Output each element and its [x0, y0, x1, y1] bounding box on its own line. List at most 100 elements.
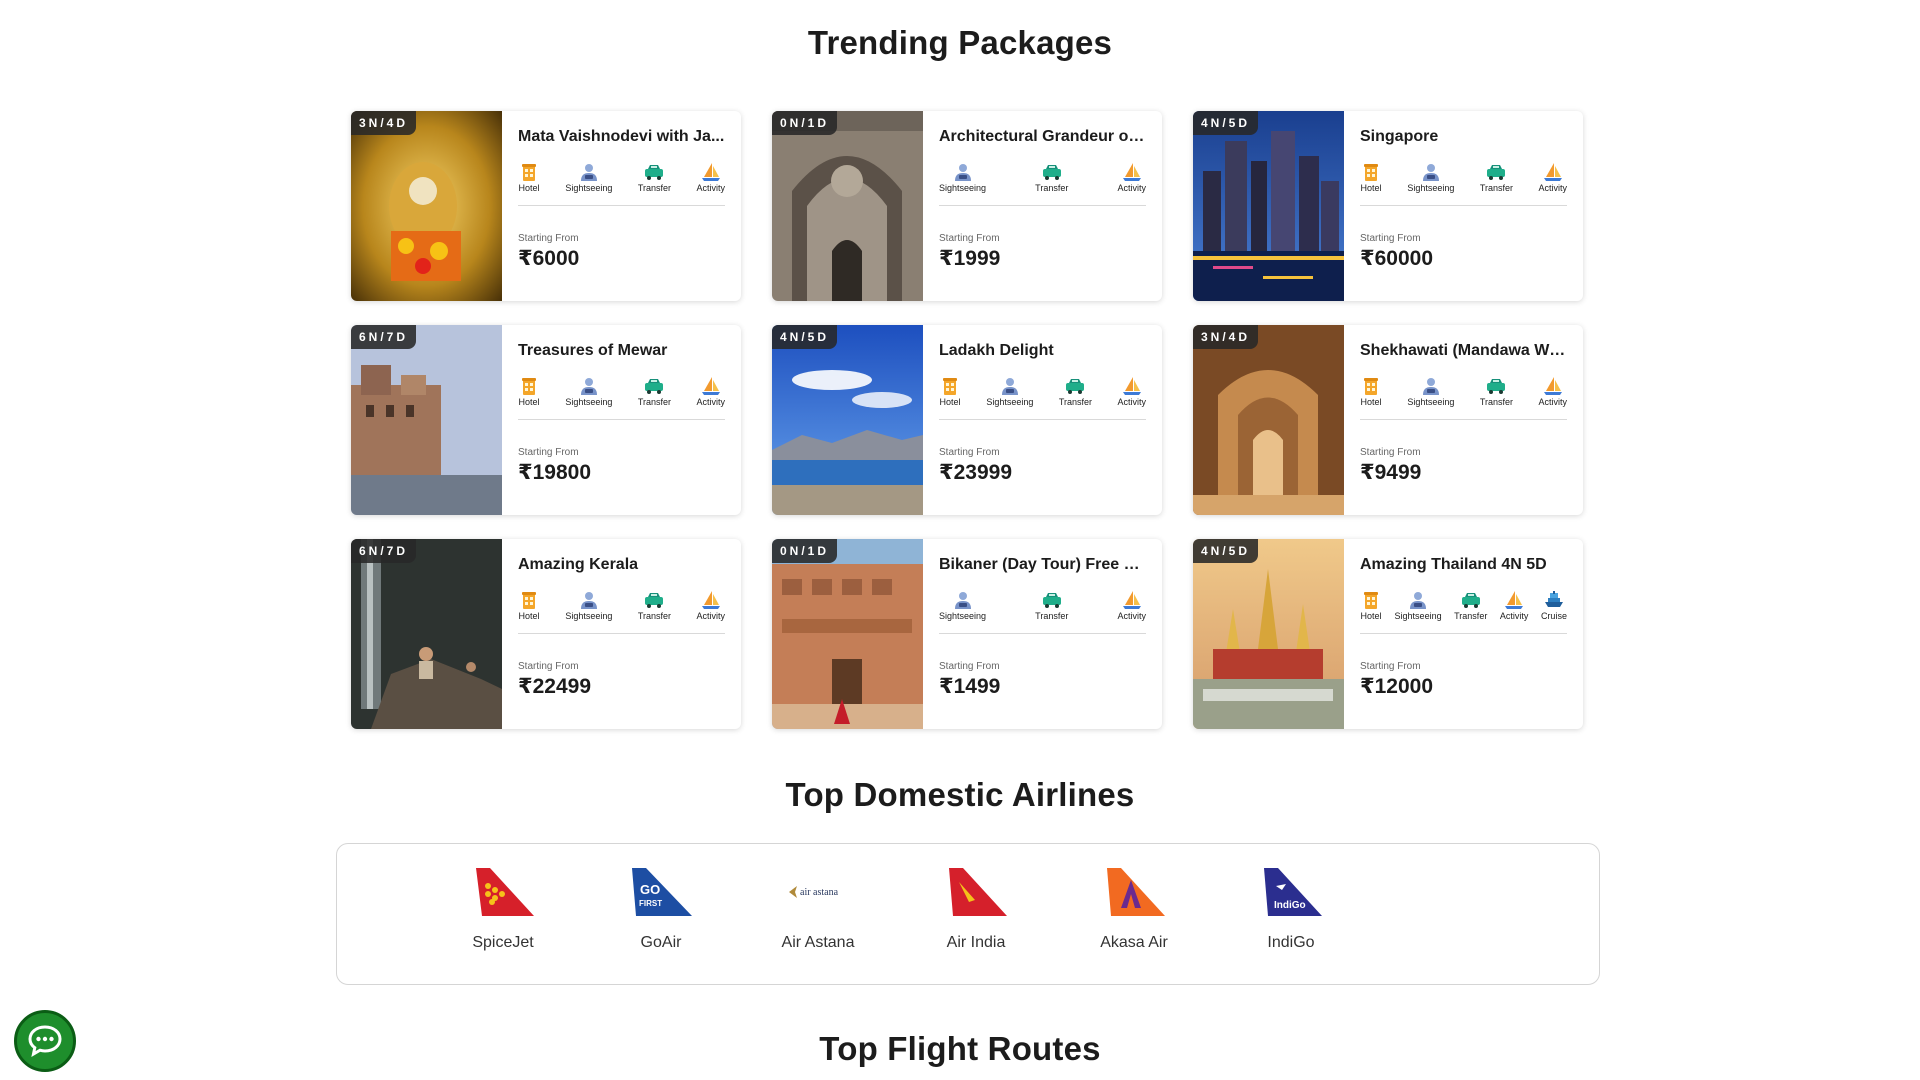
starting-from-label: Starting From: [939, 661, 1000, 672]
amenity-transfer: Transfer: [638, 376, 671, 407]
package-card[interactable]: 6N/7D Treasures of Mewar Hotel Sightseeing T…: [351, 325, 741, 515]
sightseeing-icon: [1420, 376, 1442, 396]
amenity-sightseeing: Sightseeing: [939, 590, 986, 621]
starting-from-label: Starting From: [518, 233, 579, 244]
amenity-label: Hotel: [1360, 397, 1382, 407]
package-title[interactable]: Bikaner (Day Tour) Free Ka...: [939, 556, 1146, 574]
chat-support-button[interactable]: [14, 1010, 76, 1072]
amenity-label: Sightseeing: [565, 183, 613, 193]
amenity-label: Sightseeing: [939, 611, 987, 621]
package-title[interactable]: Amazing Thailand 4N 5D: [1360, 556, 1567, 574]
duration-badge: 4N/5D: [1193, 539, 1259, 563]
package-price: ₹19800: [518, 461, 592, 484]
svg-text:air astana: air astana: [800, 887, 839, 898]
sightseeing-icon: [1420, 162, 1442, 182]
amenity-transfer: Transfer: [1454, 590, 1487, 621]
airline-item[interactable]: SpiceJet: [443, 864, 563, 952]
package-image: 4N/5D: [772, 325, 923, 515]
amenities-row: Hotel Sightseeing Transfer Activity: [518, 376, 725, 420]
amenity-label: Sightseeing: [939, 183, 987, 193]
package-title[interactable]: Ladakh Delight: [939, 342, 1146, 360]
package-card[interactable]: 0N/1D Bikaner (Day Tour) Free Ka... Sights…: [772, 539, 1162, 729]
package-title[interactable]: Singapore: [1360, 128, 1567, 146]
amenity-transfer: Transfer: [638, 590, 671, 621]
package-card[interactable]: 0N/1D Architectural Grandeur of ... Sights…: [772, 111, 1162, 301]
package-image: 6N/7D: [351, 325, 502, 515]
amenity-hotel: Hotel: [518, 376, 540, 407]
package-card[interactable]: 4N/5D Ladakh Delight Hotel Sightseeing Trans…: [772, 325, 1162, 515]
airline-item[interactable]: GO FIRST GoAir: [601, 864, 721, 952]
package-price: ₹1999: [939, 247, 1001, 270]
amenity-transfer: Transfer: [1480, 162, 1513, 193]
package-info: Ladakh Delight Hotel Sightseeing Transfer Ac…: [923, 325, 1162, 515]
package-price: ₹12000: [1360, 675, 1434, 698]
akasa-tail-icon: [1074, 864, 1194, 920]
trending-packages-title: Trending Packages: [807, 24, 1113, 61]
package-card[interactable]: 4N/5D Singapore Hotel Sightseeing Transfer Ac…: [1193, 111, 1583, 301]
amenity-label: Hotel: [1360, 183, 1382, 193]
package-title[interactable]: Treasures of Mewar: [518, 342, 725, 360]
airline-name: Air India: [946, 934, 1006, 951]
hotel-icon: [939, 376, 961, 396]
package-title[interactable]: Amazing Kerala: [518, 556, 725, 574]
indigo-tail-icon: IndiGo: [1231, 864, 1351, 920]
package-title[interactable]: Architectural Grandeur of ...: [939, 128, 1146, 146]
package-image: 4N/5D: [1193, 111, 1344, 301]
package-info: Amazing Kerala Hotel Sightseeing Transfer Ac…: [502, 539, 741, 729]
amenity-transfer: Transfer: [1059, 376, 1092, 407]
hotel-icon: [518, 162, 540, 182]
package-price: ₹9499: [1360, 461, 1422, 484]
amenity-hotel: Hotel: [518, 162, 540, 193]
duration-badge: 3N/4D: [351, 111, 417, 135]
transfer-icon: [643, 162, 665, 182]
activity-icon: [700, 376, 722, 396]
amenity-label: Sightseeing: [1394, 611, 1442, 621]
airline-item[interactable]: air astana Air Astana: [758, 864, 878, 952]
package-card[interactable]: 3N/4D Shekhawati (Mandawa Wit... Hotel Sigh…: [1193, 325, 1583, 515]
amenity-label: Activity: [1499, 611, 1529, 621]
package-title[interactable]: Mata Vaishnodevi with Ja...: [518, 128, 725, 146]
package-info: Treasures of Mewar Hotel Sightseeing Transf…: [502, 325, 741, 515]
package-price: ₹60000: [1360, 247, 1434, 270]
amenity-sightseeing: Sightseeing: [939, 162, 986, 193]
transfer-icon: [1041, 162, 1063, 182]
airline-item[interactable]: IndiGo IndiGo: [1231, 864, 1351, 952]
air-astana-wordmark-icon: air astana: [758, 864, 878, 920]
package-card[interactable]: 4N/5D Amazing Thailand 4N 5D Hotel Sightsee…: [1193, 539, 1583, 729]
amenity-label: Transfer: [637, 611, 672, 621]
package-info: Bikaner (Day Tour) Free Ka... Sightseeing…: [923, 539, 1162, 729]
airline-item[interactable]: Akasa Air: [1074, 864, 1194, 952]
air-india-tail-icon: [916, 864, 1036, 920]
activity-icon: [1503, 590, 1525, 610]
amenity-label: Transfer: [1058, 397, 1093, 407]
amenity-activity: Activity: [696, 376, 725, 407]
chat-bubble-icon: [28, 1025, 62, 1057]
amenity-label: Hotel: [518, 611, 540, 621]
airline-name: SpiceJet: [472, 934, 534, 951]
amenity-hotel: Hotel: [518, 590, 540, 621]
amenity-activity: Activity: [1538, 376, 1567, 407]
amenities-row: Hotel Sightseeing Transfer Activity: [1360, 376, 1567, 420]
package-info: Architectural Grandeur of ... Sightseeing…: [923, 111, 1162, 301]
amenity-label: Cruise: [1540, 611, 1567, 621]
amenity-label: Transfer: [1479, 397, 1514, 407]
amenity-label: Hotel: [518, 397, 540, 407]
package-card[interactable]: 3N/4D Mata Vaishnodevi with Ja... Hotel Sig…: [351, 111, 741, 301]
amenity-activity: Activity: [1538, 162, 1567, 193]
amenity-activity: Activity: [1117, 162, 1146, 193]
sightseeing-icon: [999, 376, 1021, 396]
hotel-icon: [1360, 162, 1382, 182]
amenity-activity: Activity: [1499, 590, 1529, 621]
package-title[interactable]: Shekhawati (Mandawa Wit...: [1360, 342, 1567, 360]
amenity-sightseeing: Sightseeing: [1395, 590, 1442, 621]
airline-item[interactable]: Air India: [916, 864, 1036, 952]
duration-badge: 6N/7D: [351, 539, 417, 563]
package-info: Singapore Hotel Sightseeing Transfer Activit…: [1344, 111, 1583, 301]
starting-from-label: Starting From: [1360, 233, 1421, 244]
amenity-transfer: Transfer: [1035, 590, 1068, 621]
package-price: ₹23999: [939, 461, 1013, 484]
amenity-label: Transfer: [1035, 183, 1069, 193]
package-image: 0N/1D: [772, 539, 923, 729]
amenities-row: Sightseeing Transfer Activity: [939, 590, 1146, 634]
package-card[interactable]: 6N/7D Amazing Kerala Hotel Sightseeing Trans…: [351, 539, 741, 729]
